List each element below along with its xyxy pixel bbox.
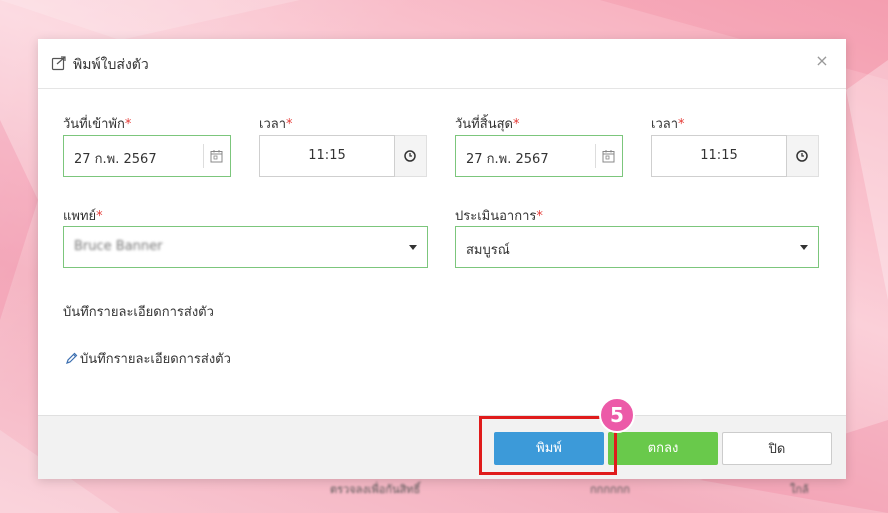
doctor-label: แพทย์* [63,205,103,226]
background-text: ใกล้ [790,483,809,496]
close-icon[interactable]: × [814,53,830,69]
admit-time-clock-button[interactable] [395,135,427,177]
edit-notes-link[interactable]: บันทึกรายละเอียดการส่งตัว [65,348,231,369]
clock-icon [404,150,416,162]
background-text: ตรวจลงเพื่อกันสิทธิ์ [330,483,421,496]
end-time-label-text: เวลา [651,117,679,132]
required-mark: * [678,117,685,132]
notes-section-title: บันทึกรายละเอียดการส่งตัว [63,305,214,320]
assessment-select[interactable]: สมบูรณ์ [455,226,819,268]
assessment-label-text: ประเมินอาการ [455,209,537,224]
modal-header: พิมพ์ใบส่งตัว × [38,39,846,89]
assessment-select-value: สมบูรณ์ [466,243,510,258]
admit-time-label: เวลา* [259,113,293,134]
close-button[interactable]: ปิด [722,432,832,465]
required-mark: * [286,117,293,132]
calendar-icon[interactable] [210,149,223,163]
print-referral-modal: พิมพ์ใบส่งตัว × วันที่เข้าพัก* เวลา* วัน… [38,39,846,479]
end-time-clock-button[interactable] [787,135,819,177]
end-time-value: 11:15 [700,148,738,163]
end-date-value: 27 ก.พ. 2567 [466,152,549,167]
calendar-icon[interactable] [602,149,615,163]
required-mark: * [512,117,520,132]
required-mark: * [124,117,132,132]
assessment-label: ประเมินอาการ* [455,205,543,226]
end-date-label: วันที่สิ้นสุด* [455,113,519,134]
background-text: กกกกกก [590,483,630,496]
clock-icon [796,150,808,162]
end-date-label-text: วันที่สิ้นสุด [455,117,513,132]
admit-date-label: วันที่เข้าพัก* [63,113,131,134]
doctor-select[interactable]: Bruce Banner [63,226,428,268]
print-button-highlight [479,416,617,475]
step-badge: 5 [599,397,635,433]
end-date-field[interactable]: 27 ก.พ. 2567 [455,135,623,177]
chevron-down-icon [800,245,808,250]
required-mark: * [536,209,543,224]
admit-time-field[interactable]: 11:15 [259,135,395,177]
doctor-label-text: แพทย์ [63,209,97,224]
required-mark: * [96,209,103,224]
admit-time-label-text: เวลา [259,117,287,132]
modal-footer: พิมพ์ ตกลง ปิด [38,415,846,479]
ok-button[interactable]: ตกลง [608,432,718,465]
end-time-label: เวลา* [651,113,685,134]
pencil-icon [66,352,78,364]
divider [595,144,596,168]
end-time-field[interactable]: 11:15 [651,135,787,177]
chevron-down-icon [409,245,417,250]
divider [203,144,204,168]
modal-title: พิมพ์ใบส่งตัว [73,57,149,73]
admit-date-value: 27 ก.พ. 2567 [74,152,157,167]
share-icon [51,56,66,71]
doctor-select-value: Bruce Banner [74,239,163,254]
admit-date-field[interactable]: 27 ก.พ. 2567 [63,135,231,177]
edit-notes-link-text: บันทึกรายละเอียดการส่งตัว [80,352,231,367]
admit-time-value: 11:15 [308,148,346,163]
admit-date-label-text: วันที่เข้าพัก [63,117,125,132]
